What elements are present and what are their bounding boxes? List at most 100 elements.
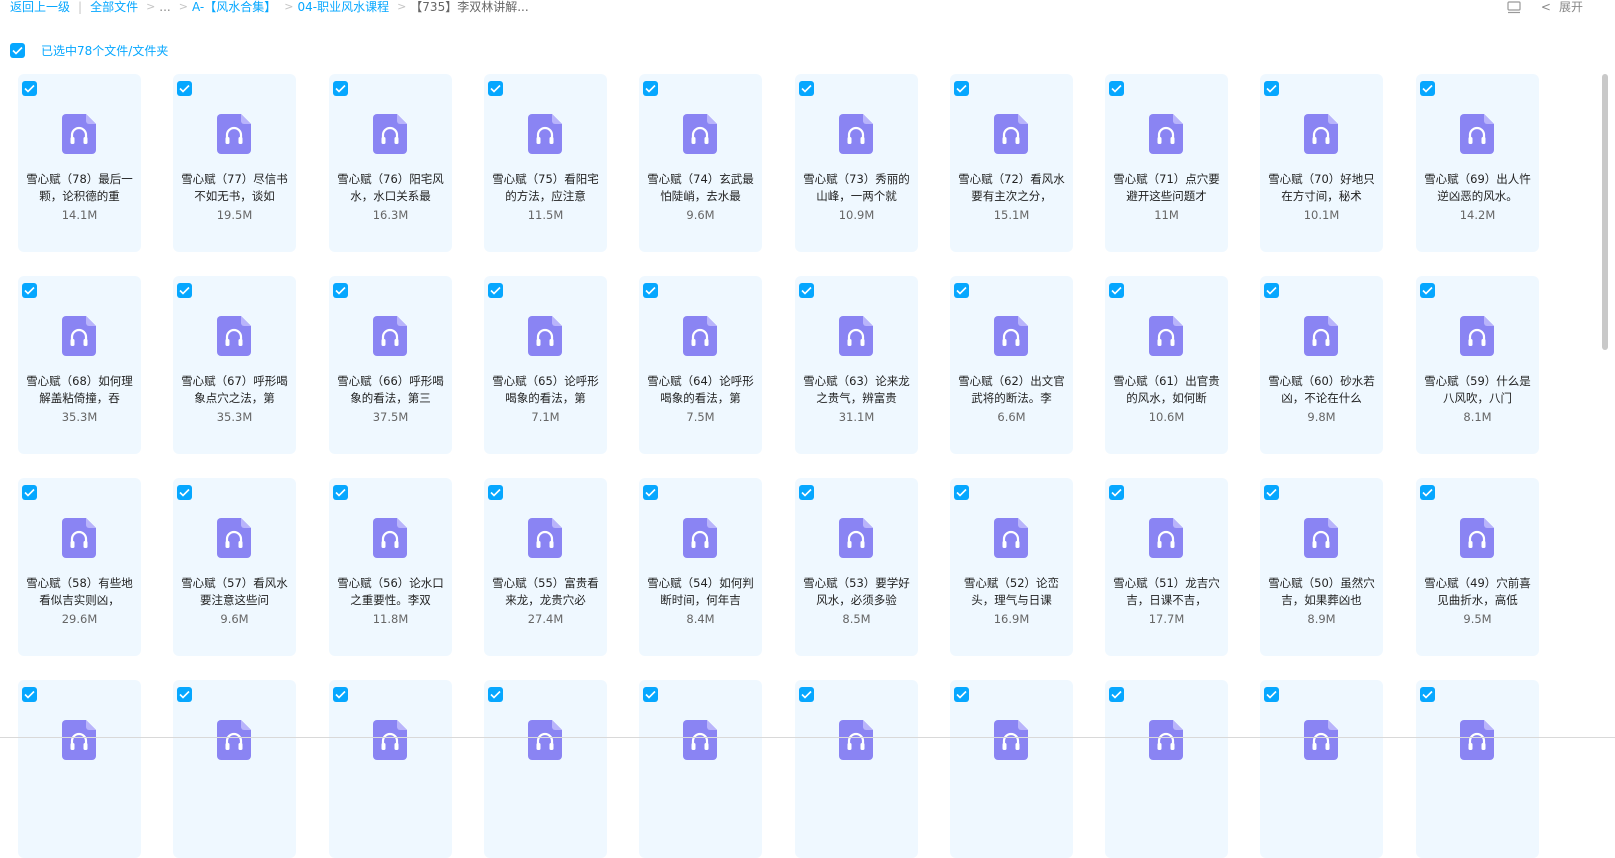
file-checkbox[interactable]: [954, 81, 969, 96]
file-checkbox[interactable]: [1264, 81, 1279, 96]
file-checkbox[interactable]: [488, 283, 503, 298]
file-card[interactable]: 雪心赋（78）最后一颗，论积德的重 14.1M: [18, 74, 141, 252]
file-checkbox[interactable]: [1264, 283, 1279, 298]
file-checkbox[interactable]: [1109, 283, 1124, 298]
select-all-checkbox[interactable]: [10, 43, 25, 58]
file-card[interactable]: 雪心赋（66）呼形喝象的看法，第三 37.5M: [329, 276, 452, 454]
file-checkbox[interactable]: [333, 283, 348, 298]
file-checkbox[interactable]: [1420, 283, 1435, 298]
breadcrumb-ellipsis[interactable]: ...: [159, 0, 170, 14]
file-card[interactable]: [1416, 680, 1539, 858]
file-card[interactable]: [329, 680, 452, 858]
file-card[interactable]: 雪心赋（62）出文官武将的断法。李 6.6M: [950, 276, 1073, 454]
file-checkbox[interactable]: [1264, 687, 1279, 702]
breadcrumb-all-files[interactable]: 全部文件: [90, 0, 138, 14]
file-size: 9.6M: [220, 612, 249, 626]
file-checkbox[interactable]: [177, 687, 192, 702]
file-card[interactable]: 雪心赋（53）要学好风水，必须多验 8.5M: [795, 478, 918, 656]
file-checkbox[interactable]: [799, 485, 814, 500]
file-card[interactable]: 雪心赋（58）有些地看似吉实则凶， 29.6M: [18, 478, 141, 656]
audio-file-icon: [528, 316, 562, 356]
file-card[interactable]: 雪心赋（55）富贵看来龙，龙贵穴必 27.4M: [484, 478, 607, 656]
file-card[interactable]: 雪心赋（64）论呼形喝象的看法，第 7.5M: [639, 276, 762, 454]
file-checkbox[interactable]: [643, 81, 658, 96]
file-checkbox[interactable]: [22, 283, 37, 298]
file-card[interactable]: [1260, 680, 1383, 858]
file-card[interactable]: 雪心赋（59）什么是八风吹，八门 8.1M: [1416, 276, 1539, 454]
file-size: 14.2M: [1459, 208, 1496, 222]
file-card[interactable]: 雪心赋（67）呼形喝象点穴之法，第 35.3M: [173, 276, 296, 454]
file-checkbox[interactable]: [22, 485, 37, 500]
file-card[interactable]: 雪心赋（65）论呼形喝象的看法，第 7.1M: [484, 276, 607, 454]
file-checkbox[interactable]: [799, 283, 814, 298]
breadcrumb-item-fengshui[interactable]: A-【风水合集】: [192, 0, 276, 14]
file-checkbox[interactable]: [177, 485, 192, 500]
file-checkbox[interactable]: [954, 485, 969, 500]
file-checkbox[interactable]: [333, 485, 348, 500]
file-card[interactable]: [639, 680, 762, 858]
file-card[interactable]: 雪心赋（52）论峦头，理气与日课 16.9M: [950, 478, 1073, 656]
file-card[interactable]: 雪心赋（74）玄武最怕陡峭，去水最 9.6M: [639, 74, 762, 252]
file-card[interactable]: 雪心赋（57）看风水要注意这些问 9.6M: [173, 478, 296, 656]
file-card[interactable]: 雪心赋（61）出官贵的风水，如何断 10.6M: [1105, 276, 1228, 454]
file-card[interactable]: 雪心赋（54）如何判断时间，何年吉 8.4M: [639, 478, 762, 656]
scrollbar-thumb[interactable]: [1602, 74, 1608, 350]
file-checkbox[interactable]: [954, 687, 969, 702]
file-card[interactable]: [1105, 680, 1228, 858]
file-card[interactable]: 雪心赋（75）看阳宅的方法，应注意 11.5M: [484, 74, 607, 252]
file-card[interactable]: 雪心赋（77）尽信书不如无书，谈如 19.5M: [173, 74, 296, 252]
file-checkbox[interactable]: [1264, 485, 1279, 500]
file-card[interactable]: [18, 680, 141, 858]
file-card[interactable]: 雪心赋（49）穴前喜见曲折水，高低 9.5M: [1416, 478, 1539, 656]
file-name: 雪心赋（77）尽信书不如无书，谈如: [181, 172, 288, 203]
audio-file-icon: [1460, 316, 1494, 356]
file-checkbox[interactable]: [333, 81, 348, 96]
file-checkbox[interactable]: [488, 687, 503, 702]
file-checkbox[interactable]: [1420, 81, 1435, 96]
file-checkbox[interactable]: [1109, 485, 1124, 500]
file-card[interactable]: [950, 680, 1073, 858]
file-card[interactable]: 雪心赋（73）秀丽的山峰，一两个就 10.9M: [795, 74, 918, 252]
file-card[interactable]: [484, 680, 607, 858]
file-checkbox[interactable]: [1420, 687, 1435, 702]
file-checkbox[interactable]: [333, 687, 348, 702]
file-checkbox[interactable]: [643, 485, 658, 500]
breadcrumb-item-course[interactable]: 04-职业风水课程: [297, 0, 389, 14]
file-card[interactable]: 雪心赋（70）好地只在方寸间，秘术 10.1M: [1260, 74, 1383, 252]
file-card[interactable]: 雪心赋（51）龙吉穴吉，日课不吉， 17.7M: [1105, 478, 1228, 656]
file-checkbox[interactable]: [643, 687, 658, 702]
file-card[interactable]: 雪心赋（71）点穴要避开这些问题才 11M: [1105, 74, 1228, 252]
file-checkbox[interactable]: [22, 687, 37, 702]
file-checkbox[interactable]: [488, 81, 503, 96]
file-name: 雪心赋（63）论来龙之贵气，辨富贵: [803, 374, 910, 405]
file-checkbox[interactable]: [1109, 81, 1124, 96]
back-link[interactable]: 返回上一级: [10, 0, 70, 14]
file-checkbox[interactable]: [1420, 485, 1435, 500]
file-card[interactable]: 雪心赋（69）出人忤逆凶恶的风水。 14.2M: [1416, 74, 1539, 252]
file-card[interactable]: [795, 680, 918, 858]
file-checkbox[interactable]: [488, 485, 503, 500]
file-checkbox[interactable]: [643, 283, 658, 298]
file-card[interactable]: 雪心赋（60）砂水若凶，不论在什么 9.8M: [1260, 276, 1383, 454]
file-size: 8.4M: [686, 612, 715, 626]
file-card[interactable]: 雪心赋（50）虽然穴吉，如果葬凶也 8.9M: [1260, 478, 1383, 656]
file-size: 6.6M: [997, 410, 1026, 424]
list-view-icon[interactable]: [1507, 0, 1521, 14]
file-checkbox[interactable]: [1109, 687, 1124, 702]
file-checkbox[interactable]: [177, 81, 192, 96]
file-card[interactable]: 雪心赋（68）如何理解盖粘倚撞，吞 35.3M: [18, 276, 141, 454]
file-checkbox[interactable]: [22, 81, 37, 96]
file-size: 10.9M: [838, 208, 875, 222]
file-checkbox[interactable]: [954, 283, 969, 298]
file-card[interactable]: 雪心赋（72）看风水要有主次之分， 15.1M: [950, 74, 1073, 252]
file-name: 雪心赋（51）龙吉穴吉，日课不吉，: [1113, 576, 1220, 607]
file-checkbox[interactable]: [799, 687, 814, 702]
file-checkbox[interactable]: [177, 283, 192, 298]
file-card[interactable]: 雪心赋（56）论水口之重要性。李双 11.8M: [329, 478, 452, 656]
file-card[interactable]: [173, 680, 296, 858]
expand-button[interactable]: < 展开: [1541, 0, 1583, 14]
file-checkbox[interactable]: [799, 81, 814, 96]
file-card[interactable]: 雪心赋（63）论来龙之贵气，辨富贵 31.1M: [795, 276, 918, 454]
scrollbar[interactable]: [1601, 70, 1609, 710]
file-card[interactable]: 雪心赋（76）阳宅风水，水口关系最 16.3M: [329, 74, 452, 252]
